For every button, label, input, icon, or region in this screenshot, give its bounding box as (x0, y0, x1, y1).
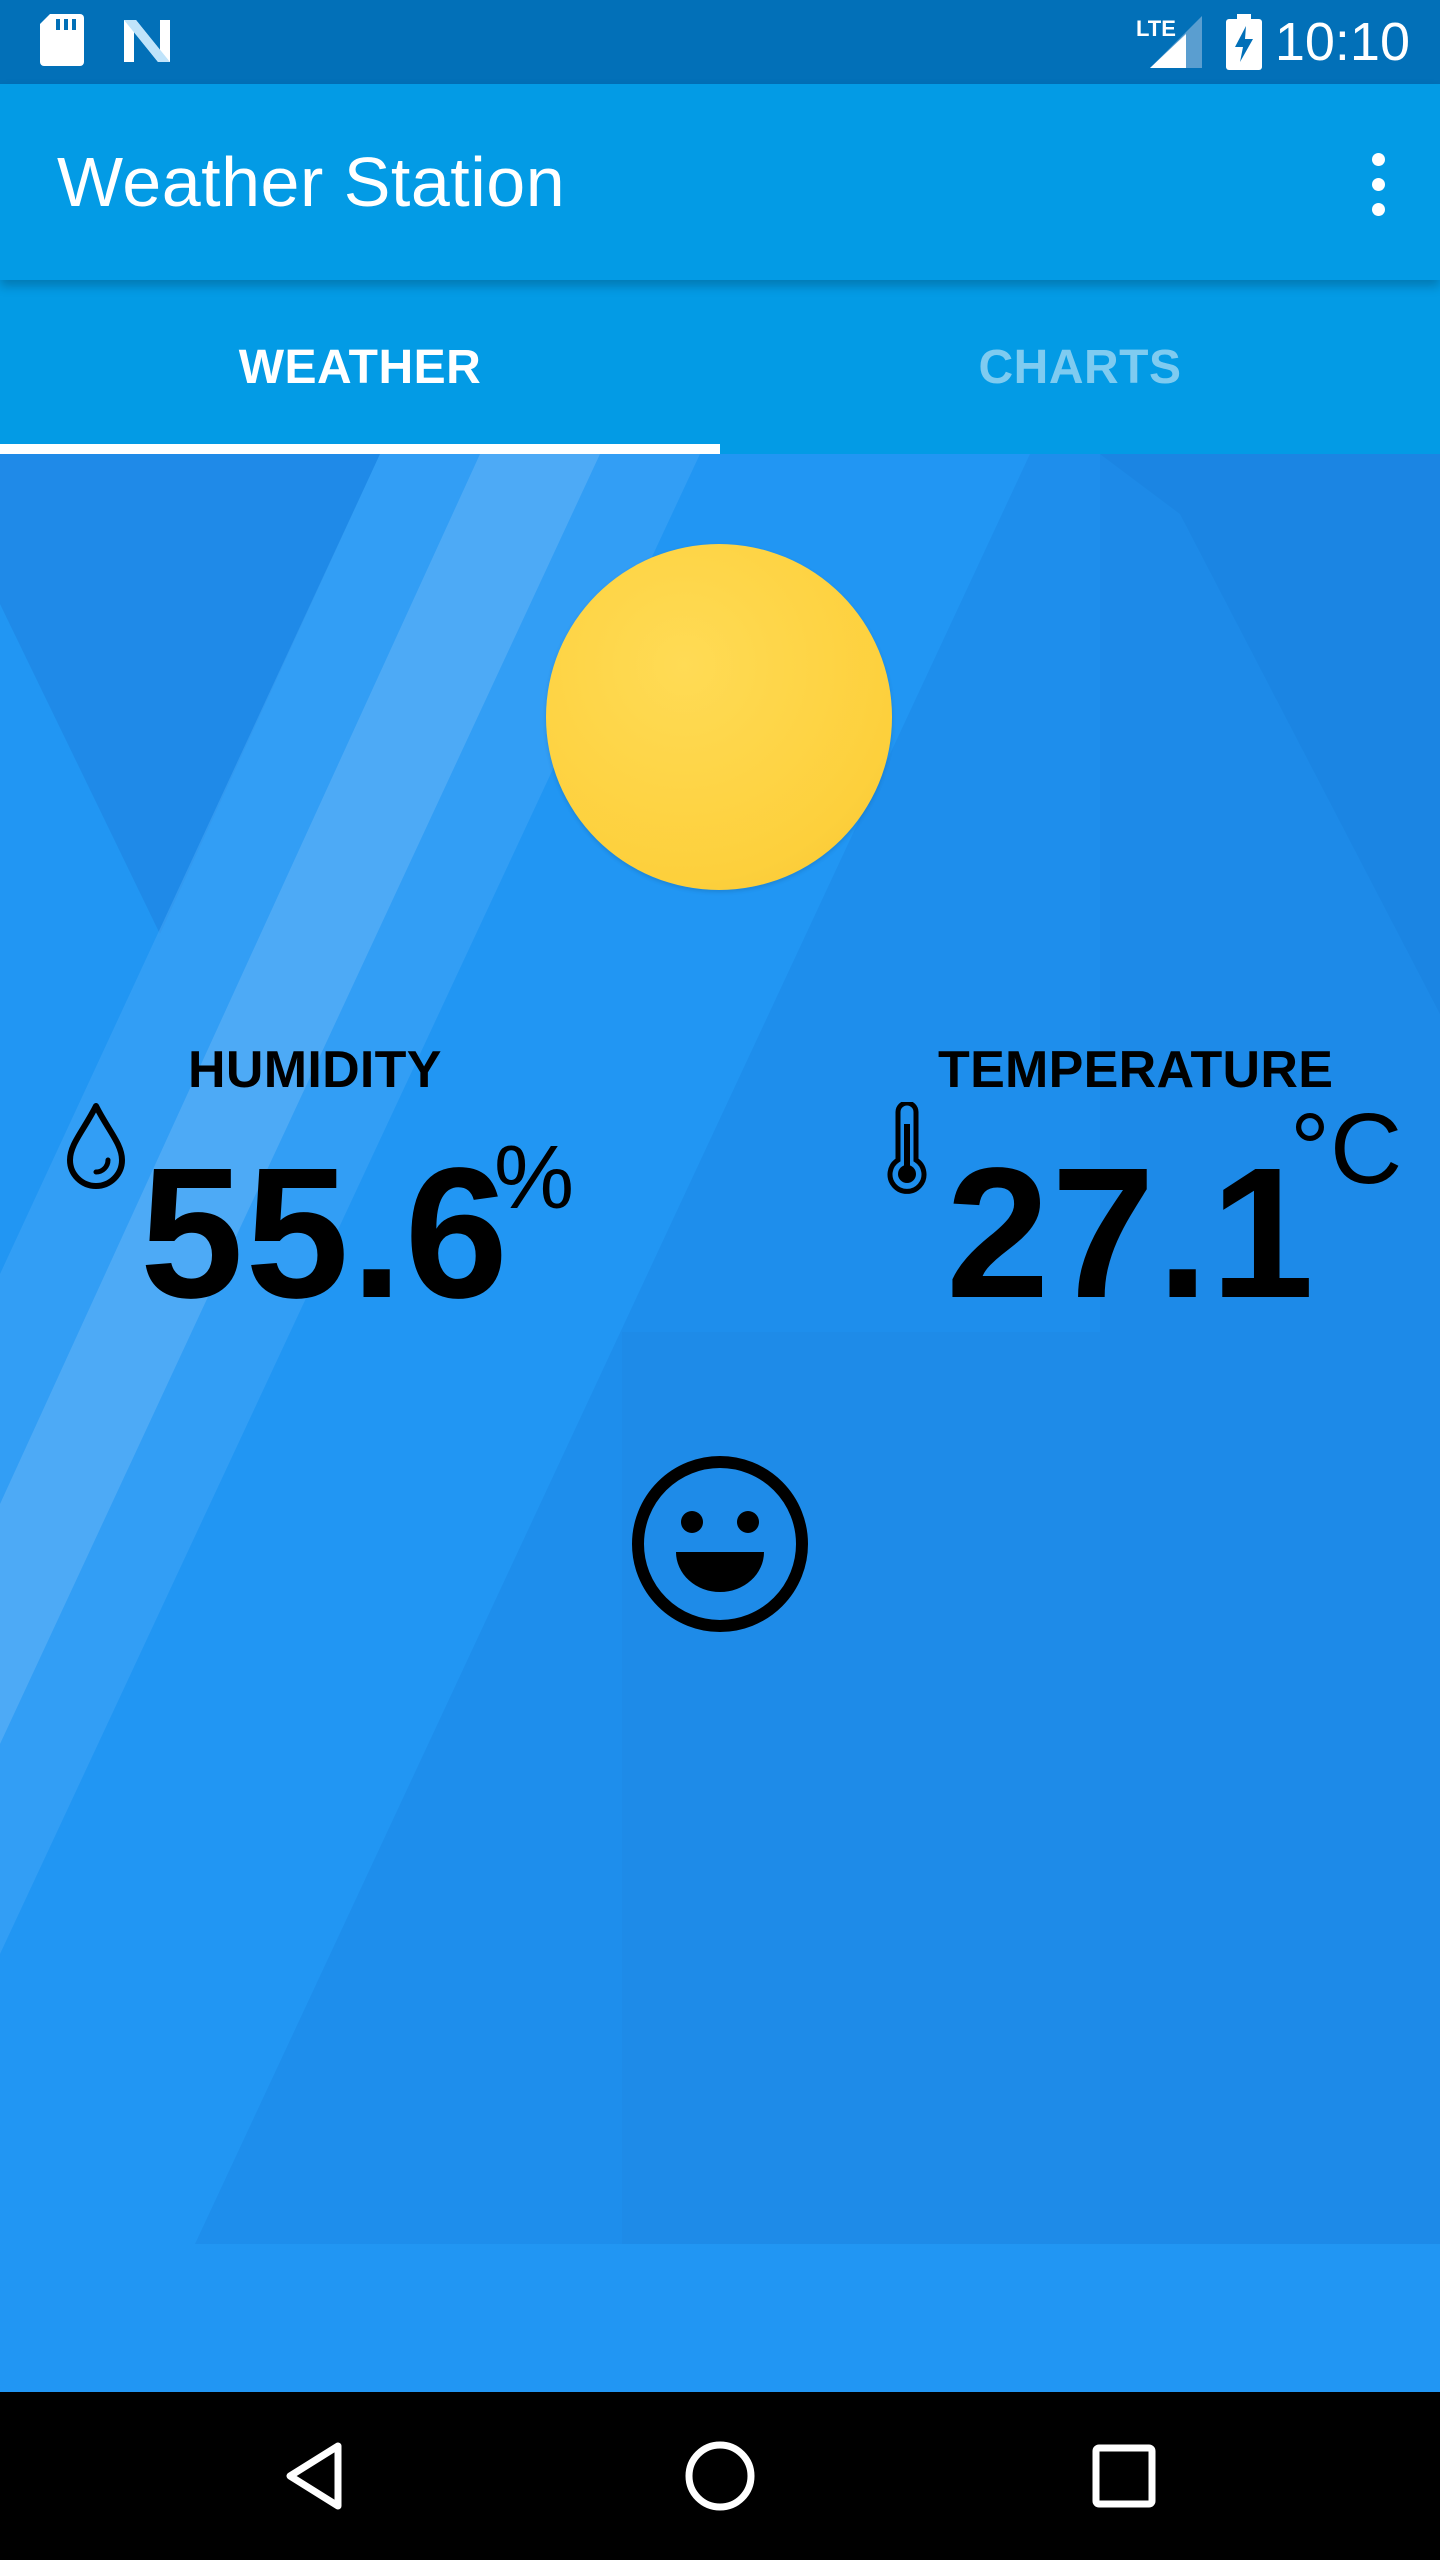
back-icon (286, 2442, 342, 2510)
temperature-label: TEMPERATURE (938, 1041, 1334, 1099)
happy-face-icon (630, 1454, 810, 1639)
thermometer-icon (884, 1100, 930, 1203)
tab-weather[interactable]: WEATHER (0, 280, 720, 454)
temperature-value: 27.1 (946, 1130, 1317, 1337)
humidity-unit: % (494, 1128, 575, 1228)
app-bar: Weather Station (0, 84, 1440, 280)
humidity-label: HUMIDITY (188, 1041, 442, 1099)
app-screen: LTE 10:10 Weather Station WEATHER CHARTS (0, 0, 1440, 2560)
back-button[interactable] (276, 2436, 356, 2521)
humidity-value: 55.6 (140, 1130, 511, 1337)
lte-label: LTE (1136, 16, 1176, 41)
home-button[interactable] (678, 2436, 762, 2521)
weather-panel: HUMIDITY 55.6 % TEMPERATURE 27.1 °C (0, 454, 1440, 2392)
n-logo-icon (120, 14, 174, 73)
water-drop-icon (64, 1102, 128, 1195)
tab-bar: WEATHER CHARTS (0, 280, 1440, 454)
recents-button[interactable] (1084, 2436, 1164, 2521)
status-time: 10:10 (1274, 12, 1410, 72)
temperature-unit: °C (1290, 1093, 1403, 1205)
sun-icon (546, 544, 892, 890)
tab-selected-indicator (0, 444, 720, 454)
app-title: Weather Station (57, 143, 566, 221)
status-bar: LTE 10:10 (0, 0, 1440, 84)
lte-signal-icon: LTE (1136, 16, 1202, 73)
more-vert-icon[interactable] (1352, 144, 1404, 224)
sd-card-icon (40, 14, 84, 71)
recents-icon (1092, 2444, 1156, 2508)
home-icon (685, 2441, 755, 2511)
battery-charging-icon (1226, 14, 1262, 75)
tab-charts[interactable]: CHARTS (720, 280, 1440, 454)
navigation-bar (0, 2392, 1440, 2560)
